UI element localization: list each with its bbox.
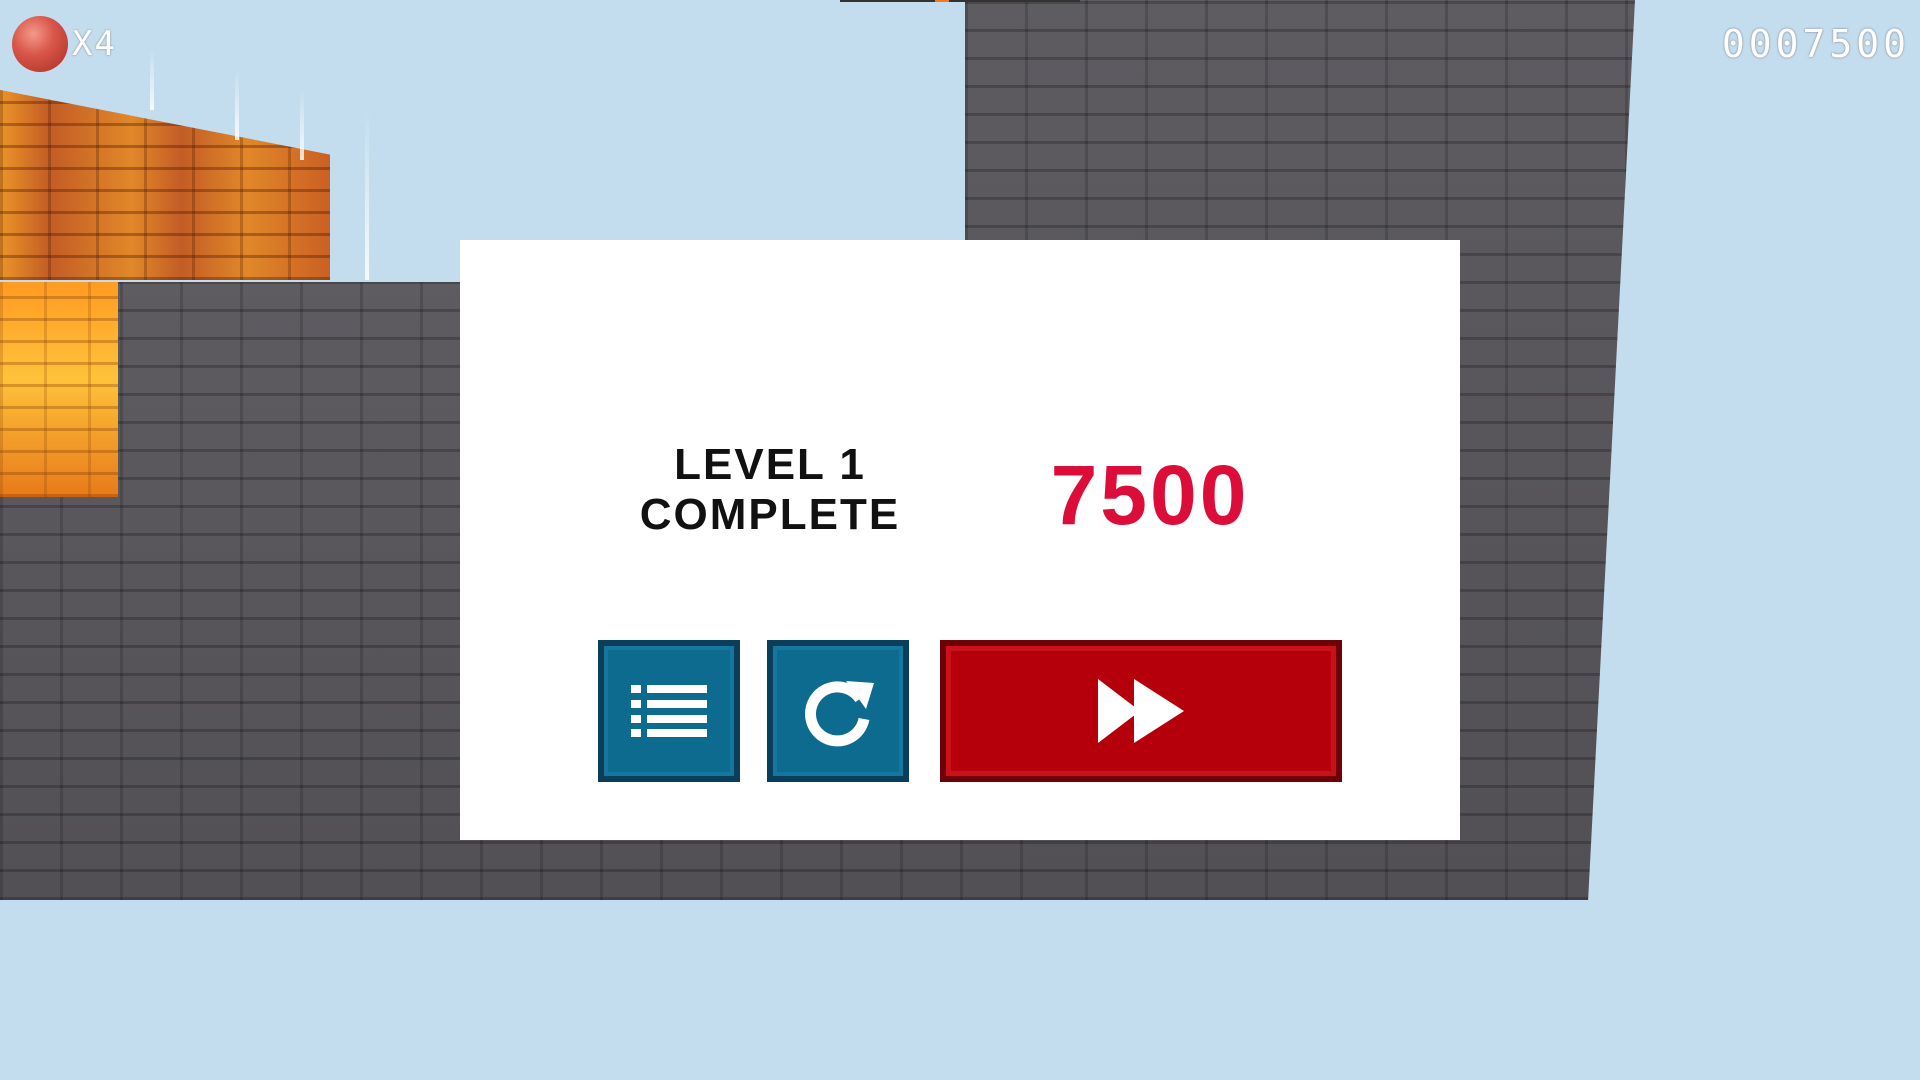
fire-opening [0, 282, 118, 497]
ball-icon [12, 16, 68, 72]
level-complete-dialog: LEVEL 1 COMPLETE 7500 [460, 240, 1460, 840]
next-level-button[interactable] [940, 640, 1342, 782]
level-title-line2: COMPLETE [639, 490, 901, 539]
level-complete-title: LEVEL 1 COMPLETE [600, 440, 940, 540]
score-counter: 0007500 [1721, 22, 1910, 66]
spark [235, 70, 239, 140]
level-title-line1: LEVEL 1 [674, 440, 866, 489]
level-score: 7500 [1050, 448, 1250, 542]
top-progress-bar [840, 0, 1080, 2]
fast-forward-icon [1098, 679, 1184, 743]
list-icon [631, 685, 707, 737]
fire-wall [0, 90, 330, 280]
spark [365, 110, 369, 280]
lives-counter: X4 [72, 24, 117, 64]
spark [150, 50, 154, 110]
refresh-icon [805, 681, 874, 747]
level-menu-button[interactable] [598, 640, 740, 782]
top-progress-marker [935, 0, 949, 2]
spark [300, 90, 304, 160]
retry-button[interactable] [767, 640, 909, 782]
